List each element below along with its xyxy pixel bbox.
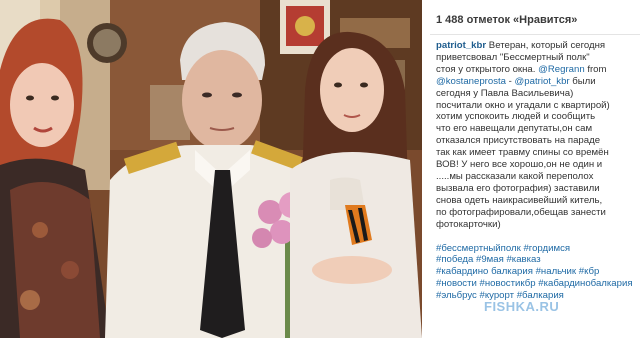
caption-line: что его навещали депутаты,он сам: [436, 123, 636, 135]
caption-line: @kostaneprosta - @patriot_kbr были: [436, 76, 636, 88]
post-photo[interactable]: [0, 0, 422, 338]
caption-text: стоя у открытого окна.: [436, 63, 539, 75]
divider: [430, 34, 640, 35]
caption-line: отказался присутствовать на параде: [436, 135, 636, 147]
hashtag-link[interactable]: #победа: [436, 254, 473, 265]
author-username-link[interactable]: patriot_kbr: [436, 40, 486, 51]
caption-line: посчитали окно и угадали с квартирой): [436, 100, 636, 112]
caption-text: from: [584, 63, 607, 75]
hashtag-link[interactable]: #гордимся: [523, 243, 570, 254]
hashtag-line: #победа #9мая #кавказ: [436, 254, 636, 266]
caption-text: приветсвовал "Бессмертный полк": [436, 51, 590, 63]
caption-text: что его навещали депутаты,он сам: [436, 123, 593, 135]
caption-line: patriot_kbr Ветеран, который сегодня: [436, 40, 636, 52]
caption-line: так как имеет травму спины со времён: [436, 147, 636, 159]
hashtag-link[interactable]: #9мая: [476, 254, 504, 265]
hashtag-link[interactable]: балкария: [491, 266, 533, 277]
caption-text: так как имеет травму спины со времён: [436, 147, 609, 159]
hashtag-link[interactable]: #новости: [436, 278, 477, 289]
hashtag-link[interactable]: #кавказ: [506, 254, 540, 265]
hashtag-link[interactable]: #нальчик: [536, 266, 576, 277]
caption-line: приветсвовал "Бессмертный полк": [436, 52, 636, 64]
caption-text: ВОВ! У него все хорошо,он не один и: [436, 159, 603, 171]
caption-line: стоя у открытого окна. @Regrann from: [436, 64, 636, 76]
likes-count[interactable]: 1 488 отметок «Нравится»: [436, 14, 577, 26]
mention-link[interactable]: @patriot_kbr: [515, 76, 570, 87]
hashtag-line: #новости #новостикбр #кабардинобалкария: [436, 278, 636, 290]
caption-line: сегодня у Павла Васильевича): [436, 88, 636, 100]
caption-text: Ветеран, который сегодня: [488, 40, 606, 51]
hashtag-link[interactable]: #кабардино: [436, 266, 488, 277]
caption-line: ВОВ! У него все хорошо,он не один и: [436, 159, 636, 171]
hashtag-line: #бессмертныйполк #гордимся: [436, 243, 636, 255]
hashtag-list: #бессмертныйполк #гордимся #победа #9мая …: [436, 243, 636, 303]
hashtag-link[interactable]: #бессмертныйполк: [436, 243, 521, 254]
caption-line: .....мы рассказали какой переполох: [436, 171, 636, 183]
caption-text: хотим успокоить людей и сообщить: [436, 111, 596, 123]
post-caption: patriot_kbr Ветеран, который сегодня прив…: [436, 40, 636, 302]
post-sidebar: 1 488 отметок «Нравится» patriot_kbr Вет…: [422, 0, 640, 338]
caption-text: сегодня у Павла Васильевича): [436, 87, 574, 99]
caption-text: были: [569, 75, 596, 87]
caption-line: хотим успокоить людей и сообщить: [436, 111, 636, 123]
hashtag-link[interactable]: #новостикбр: [480, 278, 536, 289]
hashtag-line: #кабардино балкария #нальчик #кбр: [436, 266, 636, 278]
hashtag-link[interactable]: #кбр: [579, 266, 600, 277]
caption-text: по фотографировали,обещав занести: [436, 206, 606, 218]
caption-text: -: [506, 75, 515, 87]
hashtag-link[interactable]: #кабардинобалкария: [538, 278, 632, 289]
caption-line: вызвала его фотография) заставили: [436, 183, 636, 195]
caption-line: фотокарточки): [436, 219, 636, 231]
caption-line: снова одеть наикрасивейший китель,: [436, 195, 636, 207]
caption-line: по фотографировали,обещав занести: [436, 207, 636, 219]
hashtag-link[interactable]: #эльбрус: [436, 290, 477, 301]
caption-body: patriot_kbr Ветеран, который сегодня прив…: [436, 40, 636, 231]
caption-text: посчитали окно и угадали с квартирой): [436, 99, 610, 111]
hashtag-link[interactable]: #курорт: [480, 290, 515, 301]
mention-link[interactable]: @Regrann: [538, 64, 585, 75]
caption-text: вызвала его фотография) заставили: [436, 182, 600, 194]
hashtag-link[interactable]: #балкария: [517, 290, 564, 301]
caption-text: снова одеть наикрасивейший китель,: [436, 194, 603, 206]
hashtag-line: #эльбрус #курорт #балкария: [436, 290, 636, 302]
caption-text: отказался присутствовать на параде: [436, 135, 601, 147]
caption-text: .....мы рассказали какой переполох: [436, 170, 594, 182]
photo-scene: [0, 0, 422, 338]
mention-link[interactable]: @kostaneprosta: [436, 76, 506, 87]
caption-text: фотокарточки): [436, 218, 501, 230]
